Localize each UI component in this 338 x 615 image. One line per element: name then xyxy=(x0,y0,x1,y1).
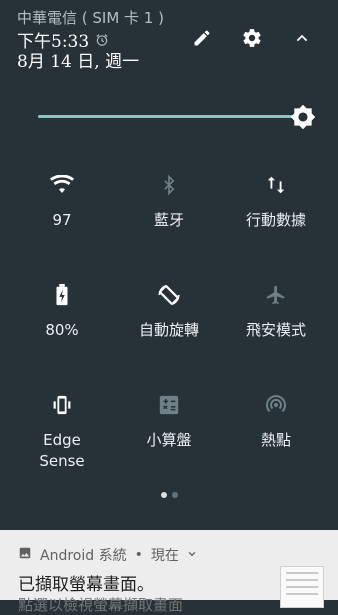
notification-time: 現在 xyxy=(150,548,179,564)
tile-mobile-data[interactable]: 行動數據 xyxy=(220,172,332,231)
calculator-icon xyxy=(156,392,182,418)
page-indicator[interactable] xyxy=(0,492,338,498)
auto-rotate-icon xyxy=(156,282,182,308)
bluetooth-icon xyxy=(156,172,182,198)
alarm-icon xyxy=(95,33,109,47)
battery-icon xyxy=(49,282,75,308)
settings-gear-icon[interactable] xyxy=(240,26,264,50)
tile-bluetooth-label: 藍牙 xyxy=(153,211,184,229)
edit-icon[interactable] xyxy=(190,26,214,50)
mobile-data-icon xyxy=(263,172,289,198)
tile-mobile-data-label: 行動數據 xyxy=(245,211,306,229)
quick-settings-grid: 97 藍牙 行動數據 80% 自動旋轉 飛安模式 Edge Sense 小算盤 … xyxy=(0,172,338,502)
airplane-mode-icon xyxy=(263,282,289,308)
tile-battery-label: 80% xyxy=(45,321,79,339)
tile-calculator-label: 小算盤 xyxy=(146,431,192,449)
screenshot-notification[interactable]: Android 系統 • 現在 已擷取螢幕畫面。 點選以檢視螢幕擷取畫面 xyxy=(0,530,338,614)
tile-airplane-mode-label: 飛安模式 xyxy=(245,321,306,339)
page-dot-active[interactable] xyxy=(160,492,167,498)
tile-airplane-mode[interactable]: 飛安模式 xyxy=(220,282,332,341)
wifi-icon xyxy=(49,172,75,198)
notification-separator: • xyxy=(134,547,143,563)
notification-header: Android 系統 • 現在 xyxy=(18,545,197,565)
tile-wifi-label: 97 xyxy=(52,211,72,229)
tile-hotspot[interactable]: 熱點 xyxy=(220,392,332,451)
collapse-chevron-icon[interactable] xyxy=(290,26,314,50)
tile-edge-sense-label: Edge Sense xyxy=(39,431,85,470)
edge-sense-icon xyxy=(49,392,75,418)
expand-chevron-icon[interactable] xyxy=(187,547,197,563)
tile-hotspot-label: 熱點 xyxy=(260,431,291,449)
brightness-sun-icon[interactable] xyxy=(290,104,316,130)
notification-title: 已擷取螢幕畫面。 xyxy=(18,575,154,595)
page-dot[interactable] xyxy=(171,492,178,498)
tile-auto-rotate-label: 自動旋轉 xyxy=(138,321,199,339)
screenshot-thumbnail[interactable] xyxy=(280,566,324,608)
tile-wifi[interactable]: 97 xyxy=(6,172,118,231)
header-actions xyxy=(190,26,314,50)
tile-bluetooth[interactable]: 藍牙 xyxy=(113,172,225,231)
image-icon xyxy=(18,546,32,564)
notification-subtitle: 點選以檢視螢幕擷取畫面 xyxy=(18,596,184,614)
tile-calculator[interactable]: 小算盤 xyxy=(113,392,225,451)
tile-auto-rotate[interactable]: 自動旋轉 xyxy=(113,282,225,341)
status-carrier: 中華電信 ( SIM 卡 1 ) xyxy=(17,9,164,27)
hotspot-icon xyxy=(263,392,289,418)
tile-edge-sense[interactable]: Edge Sense xyxy=(6,392,118,472)
brightness-slider[interactable] xyxy=(38,104,316,130)
brightness-track[interactable] xyxy=(38,115,302,118)
notification-app: Android 系統 xyxy=(40,548,127,564)
date-label: 8月 14 日, 週一 xyxy=(17,52,140,72)
tile-battery[interactable]: 80% xyxy=(6,282,118,341)
